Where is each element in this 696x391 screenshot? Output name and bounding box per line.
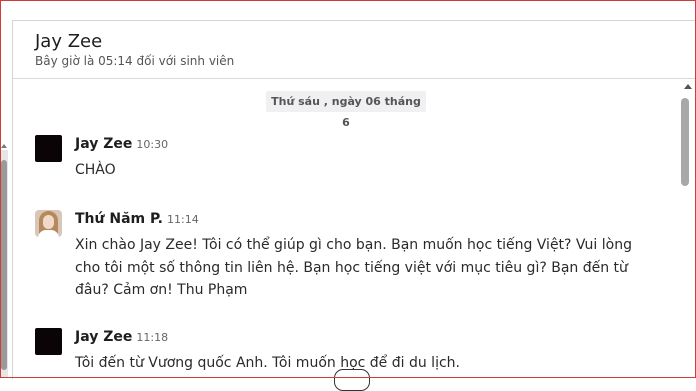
message-time: 11:18 [136, 331, 169, 344]
scroll-up-icon[interactable] [1, 144, 7, 148]
message-author: Jay Zee 10:30 [75, 136, 168, 152]
local-time-status: Bây giờ là 05:14 đối với sinh viên [35, 54, 235, 68]
message-time: 11:14 [167, 213, 199, 226]
contact-name[interactable]: Jay Zee [35, 31, 102, 52]
chat-header: Jay Zee Bây giờ là 05:14 đối với sinh vi… [13, 21, 696, 79]
avatar[interactable] [35, 328, 62, 355]
scroll-up-icon[interactable] [684, 84, 692, 89]
page-scrollbar-thumb[interactable] [1, 160, 7, 370]
chat-panel: Jay Zee Bây giờ là 05:14 đối với sinh vi… [12, 20, 696, 379]
message-text: CHÀO [75, 162, 116, 178]
message-author-name[interactable]: Jay Zee [75, 329, 132, 345]
message-time: 10:30 [136, 138, 169, 151]
page-scrollbar[interactable] [0, 144, 8, 378]
date-separator: Thứ sáu , ngày 06 tháng 6 [266, 91, 426, 129]
avatar[interactable] [35, 210, 62, 237]
message-author: Thứ Năm P. 11:14 [75, 211, 199, 227]
chat-scrollbar[interactable] [679, 79, 696, 379]
top-cutoff-strip [0, 0, 696, 20]
message-author-name[interactable]: Jay Zee [75, 136, 132, 152]
avatar[interactable] [35, 135, 62, 162]
chat-scrollbar-thumb[interactable] [681, 98, 689, 186]
scroll-to-bottom-button[interactable] [334, 369, 370, 391]
message-author-name[interactable]: Thứ Năm P. [75, 211, 163, 227]
message-text: Xin chào Jay Zee! Tôi có thể giúp gì cho… [75, 237, 632, 298]
message-author: Jay Zee 11:18 [75, 329, 168, 345]
